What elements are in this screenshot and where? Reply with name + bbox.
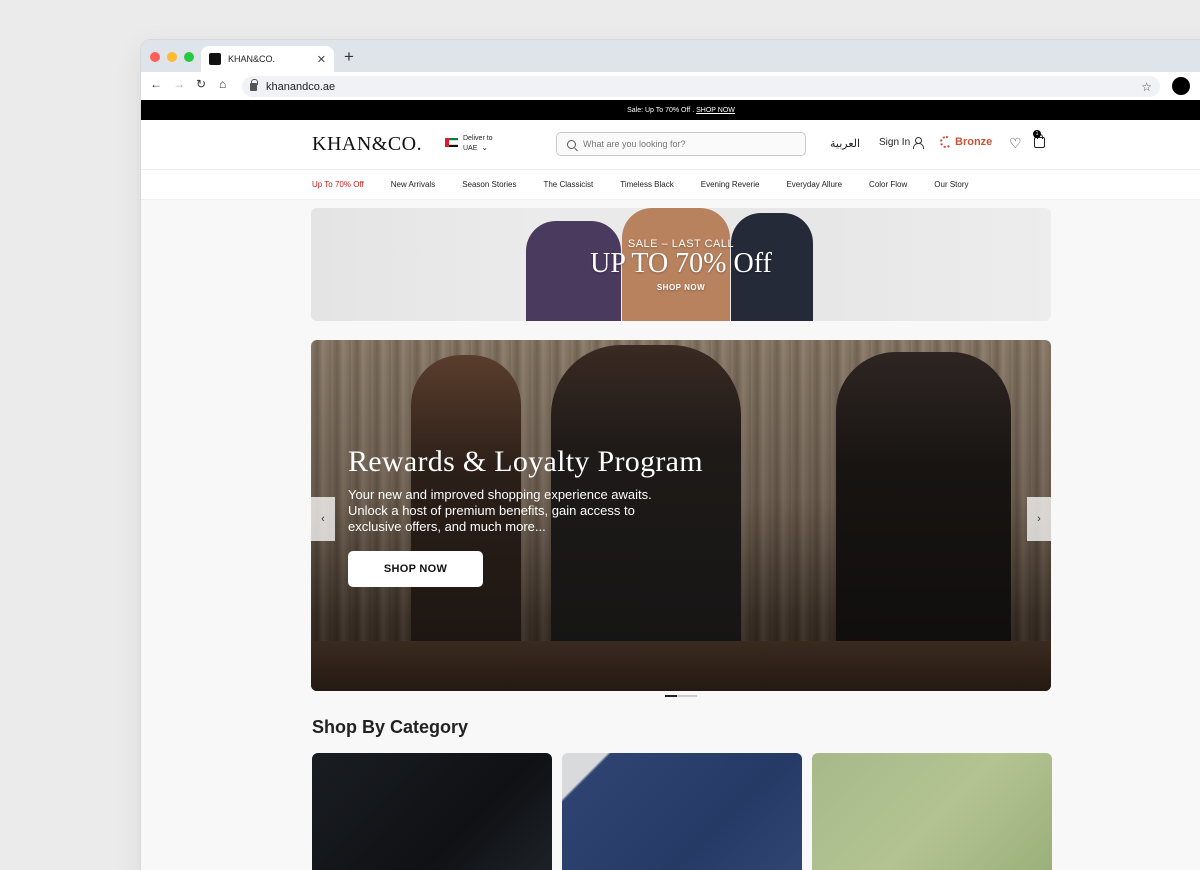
category-card-navy[interactable] xyxy=(562,753,802,870)
close-icon[interactable]: ✕ xyxy=(317,53,326,66)
carousel-dot[interactable] xyxy=(677,695,697,697)
uae-flag-icon xyxy=(445,138,458,147)
lock-icon xyxy=(250,78,258,91)
carousel-prev-button[interactable]: ‹ xyxy=(311,497,335,541)
category-nav: Up To 70% Off New Arrivals Season Storie… xyxy=(141,170,1200,200)
tab-strip: KHAN&CO. ✕ + xyxy=(141,40,1200,72)
browser-tab[interactable]: KHAN&CO. ✕ xyxy=(201,46,334,72)
nav-item-new-arrivals[interactable]: New Arrivals xyxy=(391,180,435,189)
hero-description: Your new and improved shopping experienc… xyxy=(348,487,652,534)
window-controls xyxy=(150,52,194,62)
chevron-left-icon: ‹ xyxy=(321,513,325,525)
nav-item-color-flow[interactable]: Color Flow xyxy=(869,180,907,189)
hero-table-surface xyxy=(311,641,1051,691)
site-header: KHAN&CO. Deliver to UAE⌄ العربية Sign In xyxy=(141,120,1200,170)
hero-model-right xyxy=(836,352,1011,687)
minimize-window-button[interactable] xyxy=(167,52,177,62)
promo-text-block: SALE – LAST CALL UP TO 70% Off SHOP NOW xyxy=(311,208,1051,321)
wishlist-heart-icon[interactable]: ♡ xyxy=(1009,135,1022,152)
loyalty-tier-label: Bronze xyxy=(955,136,993,148)
carousel-dot-active[interactable] xyxy=(665,695,677,697)
nav-item-evening-reverie[interactable]: Evening Reverie xyxy=(701,180,760,189)
nav-item-season-stories[interactable]: Season Stories xyxy=(462,180,516,189)
category-card-black[interactable] xyxy=(312,753,552,870)
nav-item-timeless-black[interactable]: Timeless Black xyxy=(620,180,674,189)
chevron-down-icon: ⌄ xyxy=(481,143,489,152)
bookmark-star-icon[interactable]: ☆ xyxy=(1141,80,1152,94)
deliver-to-selector[interactable]: Deliver to UAE ⌄ xyxy=(445,134,493,153)
site-logo[interactable]: KHAN&CO. xyxy=(312,133,422,156)
category-card-sage[interactable] xyxy=(812,753,1052,870)
nav-item-the-classicist[interactable]: The Classicist xyxy=(543,180,593,189)
back-arrow-icon[interactable]: ← xyxy=(150,77,162,91)
nav-item-everyday-allure[interactable]: Everyday Allure xyxy=(786,180,842,189)
address-bar[interactable]: khanandco.ae ☆ xyxy=(242,76,1160,97)
nav-item-sale[interactable]: Up To 70% Off xyxy=(312,180,364,189)
sale-promo-banner[interactable]: SALE – LAST CALL UP TO 70% Off SHOP NOW xyxy=(311,208,1051,321)
site-favicon-icon xyxy=(209,53,221,65)
deliver-label: Deliver to xyxy=(463,135,493,142)
maximize-window-button[interactable] xyxy=(184,52,194,62)
tab-title: KHAN&CO. xyxy=(228,54,276,64)
browser-window: KHAN&CO. ✕ + ← → ↻ ⌂ khanandco.ae ☆ Sale… xyxy=(141,40,1200,870)
shopping-bag-icon[interactable] xyxy=(1034,134,1045,148)
profile-avatar[interactable] xyxy=(1172,77,1190,95)
web-page: Sale: Up To 70% Off . SHOP NOW KHAN&CO. … xyxy=(141,100,1200,870)
hero-shop-now-button[interactable]: SHOP NOW xyxy=(348,551,483,587)
carousel-pagination xyxy=(665,695,697,697)
promo-shop-now-link[interactable]: SHOP NOW xyxy=(657,283,705,292)
search-input[interactable] xyxy=(583,139,783,149)
reload-icon[interactable]: ↻ xyxy=(196,77,206,91)
carousel-next-button[interactable]: › xyxy=(1027,497,1051,541)
browser-toolbar: ← → ↻ ⌂ khanandco.ae ☆ xyxy=(141,72,1200,100)
search-icon xyxy=(567,139,576,149)
search-bar[interactable] xyxy=(556,132,806,156)
url-text: khanandco.ae xyxy=(266,80,336,93)
loyalty-tier-badge[interactable]: Bronze xyxy=(940,136,992,148)
user-icon xyxy=(913,137,925,149)
loyalty-ring-icon xyxy=(940,136,952,148)
language-switch[interactable]: العربية xyxy=(830,137,860,150)
sign-in-label: Sign In xyxy=(879,137,911,148)
announcement-bar: Sale: Up To 70% Off . SHOP NOW xyxy=(141,100,1200,120)
hero-carousel: Rewards & Loyalty Program Your new and i… xyxy=(311,340,1051,691)
announcement-text: Sale: Up To 70% Off . xyxy=(627,106,695,114)
new-tab-button[interactable]: + xyxy=(344,47,354,67)
cart-count-badge: 1 xyxy=(1033,130,1041,138)
category-section-title: Shop By Category xyxy=(312,717,469,737)
announcement-shop-link[interactable]: SHOP NOW xyxy=(696,107,735,114)
chevron-right-icon: › xyxy=(1037,513,1041,525)
hero-copy: Rewards & Loyalty Program Your new and i… xyxy=(348,445,703,587)
nav-item-our-story[interactable]: Our Story xyxy=(934,180,968,189)
forward-arrow-icon[interactable]: → xyxy=(173,77,185,91)
category-cards xyxy=(312,753,1052,870)
promo-headline: UP TO 70% Off xyxy=(590,248,772,279)
home-icon[interactable]: ⌂ xyxy=(219,77,226,91)
close-window-button[interactable] xyxy=(150,52,160,62)
sign-in-button[interactable]: Sign In xyxy=(879,137,925,149)
deliver-country: UAE xyxy=(463,145,478,152)
hero-title: Rewards & Loyalty Program xyxy=(348,445,703,478)
